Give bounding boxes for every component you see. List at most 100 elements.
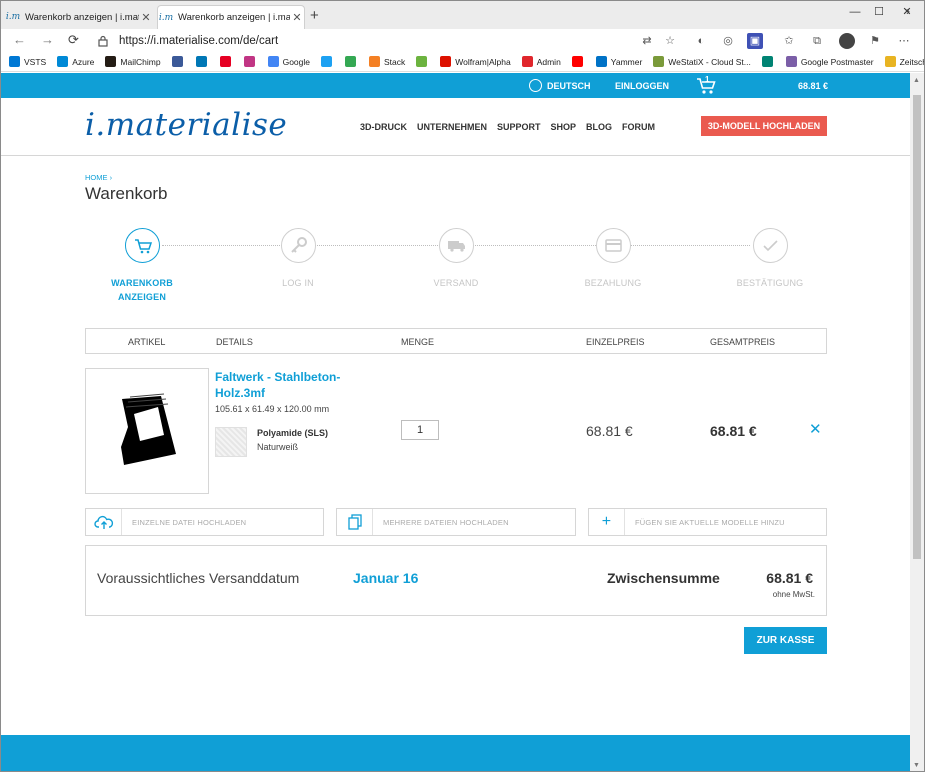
bookmark-favicon-icon: [57, 56, 69, 67]
bookmark-favicon-icon: [571, 56, 583, 67]
bookmark-item[interactable]: [416, 56, 431, 67]
checkmark-icon: [752, 228, 788, 263]
bookmark-favicon-icon: [171, 56, 183, 67]
browser-toolbar: ← → ⟳ https://i.materialise.com/de/cart …: [1, 29, 924, 52]
bookmark-item[interactable]: [321, 56, 336, 67]
extension-icon[interactable]: ◐: [693, 33, 709, 49]
step-warenkorb: WARENKORB ANZEIGEN: [82, 228, 202, 304]
back-icon[interactable]: ←: [13, 32, 26, 47]
bookmark-item[interactable]: MailChimp: [105, 56, 161, 67]
forward-icon[interactable]: →: [41, 32, 54, 47]
extension-icon[interactable]: ▣: [747, 33, 763, 49]
upload-single-file-button[interactable]: EINZELNE DATEI HOCHLADEN: [85, 508, 324, 536]
unit-price: 68.81 €: [586, 423, 633, 439]
refresh-icon[interactable]: ⟳: [68, 32, 79, 48]
step-label: BESTÄTIGUNG: [736, 278, 804, 288]
nav-unternehmen[interactable]: UNTERNEHMEN: [417, 122, 487, 132]
bookmark-item[interactable]: [243, 56, 259, 67]
bookmark-item[interactable]: [195, 56, 211, 67]
step-label: BEZAHLUNG: [584, 278, 642, 288]
shipping-date-label: Voraussichtliches Versanddatum: [97, 570, 300, 586]
bookmark-item[interactable]: Stack: [369, 56, 405, 67]
upload-label: EINZELNE DATEI HOCHLADEN: [132, 518, 247, 527]
tab-title: Warenkorb anzeigen | i.materialise: [25, 11, 139, 23]
translate-icon[interactable]: ⇄: [639, 33, 655, 49]
checkout-button[interactable]: ZUR KASSE: [744, 627, 827, 654]
url-text: https://i.materialise.com/de/cart: [119, 35, 279, 47]
bookmark-item[interactable]: Admin: [521, 56, 561, 67]
bookmark-item[interactable]: WeStatiX - Cloud St...: [653, 56, 751, 67]
nav-forum[interactable]: FORUM: [622, 122, 655, 132]
product-name-link[interactable]: Faltwerk - Stahlbeton-Holz.3mf: [215, 369, 365, 401]
chevron-right-icon[interactable]: ›: [906, 4, 910, 18]
bookmark-item[interactable]: [345, 56, 360, 67]
plus-icon: +: [589, 509, 625, 535]
bookmark-label: Admin: [536, 56, 561, 67]
remove-item-icon[interactable]: ✕: [809, 420, 822, 438]
bookmark-favicon-icon: [321, 56, 332, 67]
upload-label: MEHRERE DATEIEN HOCHLADEN: [383, 518, 509, 527]
column-header: EINZELPREIS: [586, 337, 645, 347]
browser-tab-active[interactable]: i.m Warenkorb anzeigen | i.materialise ✕: [157, 5, 305, 29]
close-tab-icon[interactable]: ✕: [290, 11, 304, 24]
maximize-icon[interactable]: ☐: [868, 3, 890, 21]
nav-3d-druck[interactable]: 3D-DRUCK: [360, 122, 407, 132]
scrollbar[interactable]: ▲ ▼: [910, 73, 924, 771]
subtotal-value: 68.81 €: [766, 570, 813, 586]
favorites-icon[interactable]: ✩: [781, 33, 797, 49]
page-title: Warenkorb: [85, 184, 168, 203]
cart-icon: [124, 228, 160, 263]
browser-tab[interactable]: i.m Warenkorb anzeigen | i.materialise ✕: [5, 5, 153, 29]
site-logo[interactable]: i.materialise: [85, 107, 287, 143]
extension-icon[interactable]: ◎: [720, 33, 736, 49]
model-thumbnail[interactable]: [85, 368, 209, 494]
bookmark-item[interactable]: [571, 56, 587, 67]
cart-summary[interactable]: 1 68.81 €: [696, 75, 832, 95]
bookmark-item[interactable]: Yammer: [595, 56, 642, 67]
address-bar[interactable]: https://i.materialise.com/de/cart: [93, 31, 631, 51]
site-favicon-icon: i.m: [5, 12, 21, 22]
close-tab-icon[interactable]: ✕: [139, 11, 153, 24]
bookmark-item[interactable]: Wolfram|Alpha: [440, 56, 511, 67]
scroll-up-icon[interactable]: ▲: [913, 77, 920, 84]
truck-icon: [438, 228, 474, 263]
nav-blog[interactable]: BLOG: [586, 122, 612, 132]
bookmark-item[interactable]: [761, 56, 777, 67]
collections-icon[interactable]: ⧉: [809, 33, 825, 49]
bookmark-label: Google Postmaster: [800, 56, 874, 67]
avatar[interactable]: [839, 33, 855, 49]
minimize-icon[interactable]: —: [844, 3, 866, 21]
favorite-star-icon[interactable]: ☆: [662, 33, 678, 49]
quantity-input[interactable]: 1: [401, 420, 439, 440]
add-recent-models-button[interactable]: + FÜGEN SIE AKTUELLE MODELLE HINZU: [588, 508, 827, 536]
upload-model-button[interactable]: 3D-MODELL HOCHLADEN: [701, 116, 827, 136]
bookmark-favicon-icon: [440, 56, 452, 67]
scroll-down-icon[interactable]: ▼: [913, 762, 920, 769]
bookmark-item[interactable]: [171, 56, 187, 67]
bookmark-item[interactable]: Google: [267, 56, 310, 67]
main-nav: 3D-DRUCK UNTERNEHMEN SUPPORT SHOP BLOG F…: [360, 122, 665, 132]
tab-strip: i.m Warenkorb anzeigen | i.materialise ✕…: [1, 1, 924, 29]
bookmark-favicon-icon: [195, 56, 207, 67]
bookmarks-bar: VSTS Azure MailChimp Google Stack Wolfram|Alp…: [1, 52, 924, 72]
bookmark-label: Zeitschriften: [899, 56, 924, 67]
upload-multiple-files-button[interactable]: MEHRERE DATEIEN HOCHLADEN: [336, 508, 576, 536]
shipping-date: Januar 16: [353, 570, 419, 586]
bookmark-item[interactable]: VSTS: [9, 56, 46, 67]
nav-shop[interactable]: SHOP: [551, 122, 577, 132]
feedback-icon[interactable]: ⚑: [867, 33, 883, 49]
bookmark-item[interactable]: Zeitschriften: [884, 56, 924, 67]
scrollbar-thumb[interactable]: [913, 95, 921, 559]
bookmark-item[interactable]: Azure: [57, 56, 94, 67]
site-favicon-icon: i.m: [158, 12, 174, 23]
key-icon: [280, 228, 316, 263]
menu-dots-icon[interactable]: ⋯: [896, 33, 912, 49]
order-summary: Voraussichtliches Versanddatum Januar 16…: [85, 545, 827, 616]
bookmark-item[interactable]: [219, 56, 235, 67]
breadcrumb[interactable]: HOME ›: [85, 173, 112, 182]
nav-support[interactable]: SUPPORT: [497, 122, 541, 132]
new-tab-icon[interactable]: +: [310, 7, 319, 24]
login-link[interactable]: EINLOGGEN: [615, 81, 669, 91]
bookmark-item[interactable]: Google Postmaster: [785, 56, 874, 67]
language-selector[interactable]: DEUTSCH: [529, 79, 591, 92]
